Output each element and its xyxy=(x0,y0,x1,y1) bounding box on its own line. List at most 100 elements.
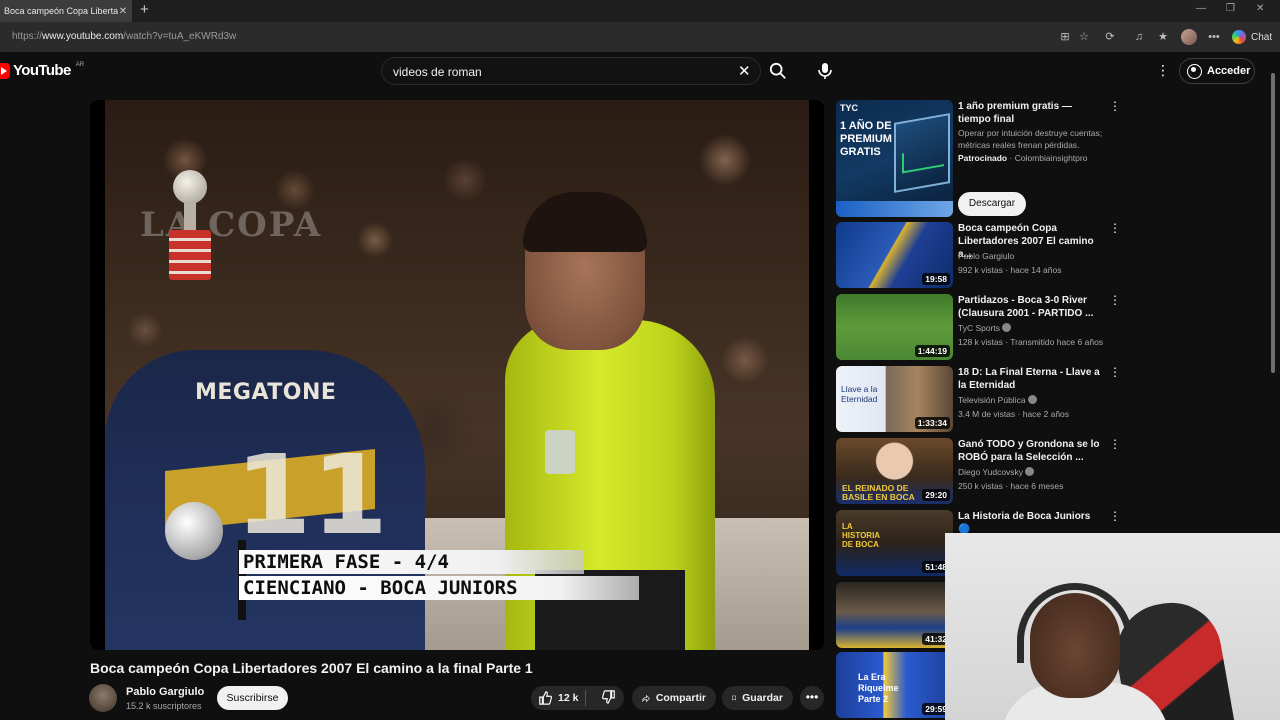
signin-button[interactable]: Acceder xyxy=(1179,58,1255,84)
laptop-chart-graphic xyxy=(894,113,950,193)
jersey-sponsor: MEGATONE xyxy=(195,380,337,405)
verified-icon xyxy=(1002,323,1012,332)
browser-tab-title: Boca campeón Copa Libertado xyxy=(4,6,118,16)
ad-thumb-text: 1 AÑO DE PREMIUM GRATIS xyxy=(840,120,892,158)
browser-profile-avatar[interactable] xyxy=(1181,29,1197,45)
ad-menu-icon[interactable]: ⋮ xyxy=(1109,100,1121,112)
video-channel[interactable]: Diego Yudcovsky xyxy=(958,467,1035,477)
clear-search-icon[interactable]: ✕ xyxy=(738,62,751,80)
video-thumbnail[interactable]: LA HISTORIA DE BOCA 51:48 xyxy=(836,510,953,576)
like-count: 12 k xyxy=(558,692,579,704)
trophy-logo xyxy=(165,170,215,280)
caption-ball-icon xyxy=(165,502,223,560)
verified-icon xyxy=(1025,467,1035,476)
thumb-text: La Era Riquelme Parte 2 xyxy=(858,672,899,704)
thumb-text: Llave a la Eternidad xyxy=(841,384,878,404)
headset xyxy=(1017,583,1133,663)
thumbs-down-icon xyxy=(601,689,615,704)
video-thumbnail[interactable]: 19:58 xyxy=(836,222,953,288)
ad-sponsor: Patrocinado · Colombiainsightpro xyxy=(958,153,1087,163)
video-title: Boca campeón Copa Libertadores 2007 El c… xyxy=(90,660,533,676)
video-title[interactable]: Ganó TODO y Grondona se lo ROBÓ para la … xyxy=(958,438,1103,464)
maximize-icon[interactable]: ❐ xyxy=(1226,3,1235,14)
microphone-icon[interactable] xyxy=(815,61,835,81)
ad-title[interactable]: 1 año premium gratis — tiempo final xyxy=(958,100,1103,126)
media-icon[interactable]: ♫ xyxy=(1132,30,1146,44)
close-tab-icon[interactable]: ✕ xyxy=(118,6,128,17)
browser-tab[interactable]: Boca campeón Copa Libertado ✕ xyxy=(0,0,132,22)
verified-icon xyxy=(1027,395,1037,404)
video-menu-icon[interactable]: ⋮ xyxy=(1109,510,1121,522)
refresh-extension-icon[interactable]: ⟳ xyxy=(1103,30,1117,44)
video-thumbnail[interactable]: 1:44:19 xyxy=(836,294,953,360)
url-field[interactable]: https://www.youtube.com/watch?v=tuA_eKWR… xyxy=(12,31,236,42)
referee-badge xyxy=(545,430,575,474)
download-button[interactable]: Descargar xyxy=(958,192,1026,216)
trophy-base xyxy=(169,230,211,280)
video-frame: MEGATONE 11 LA COPA PRIMERA FASE - 4/4 C… xyxy=(105,100,809,650)
video-player[interactable]: MEGATONE 11 LA COPA PRIMERA FASE - 4/4 C… xyxy=(90,100,824,650)
youtube-wordmark: YouTube xyxy=(13,62,71,79)
share-arrow-icon xyxy=(642,694,650,702)
subscriber-count: 15.2 k suscriptores xyxy=(126,701,202,711)
video-menu-icon[interactable]: ⋮ xyxy=(1109,438,1121,450)
copilot-chat-button[interactable]: Chat xyxy=(1232,30,1272,44)
youtube-play-icon xyxy=(0,62,10,79)
webcam-overlay xyxy=(945,533,1280,720)
video-menu-icon[interactable]: ⋮ xyxy=(1109,222,1121,234)
video-meta: 128 k vistas · Transmitido hace 6 años xyxy=(958,337,1104,347)
video-thumbnail[interactable]: EL REINADO DE BASILE EN BOCA 29:20 xyxy=(836,438,953,504)
settings-menu-icon[interactable]: ⋮ xyxy=(1156,62,1170,79)
search-input[interactable]: videos de roman xyxy=(393,65,482,79)
youtube-logo[interactable]: YouTube AR xyxy=(0,62,84,79)
more-actions-button[interactable]: ••• xyxy=(800,686,824,710)
subscribe-button[interactable]: Suscribirse xyxy=(217,686,288,710)
video-duration: 1:33:34 xyxy=(914,417,950,429)
video-channel[interactable]: Televisión Pública xyxy=(958,395,1037,405)
video-duration: 29:20 xyxy=(922,489,950,501)
channel-avatar[interactable] xyxy=(89,684,117,712)
dislike-button[interactable] xyxy=(592,689,616,707)
save-button[interactable]: Guardar xyxy=(722,686,793,710)
video-title[interactable]: 18 D: La Final Eterna - Llave a la Etern… xyxy=(958,366,1103,392)
like-button[interactable]: 12 k xyxy=(531,690,586,706)
country-code: AR xyxy=(75,61,85,68)
favorite-star-icon[interactable]: ☆ xyxy=(1077,30,1091,44)
app-view-icon[interactable]: ⊞ xyxy=(1058,30,1072,44)
close-window-icon[interactable]: ✕ xyxy=(1256,3,1264,14)
url-domain: www.youtube.com xyxy=(42,31,124,42)
video-thumbnail[interactable]: 41:32 xyxy=(836,582,953,648)
url-prefix: https:// xyxy=(12,31,43,42)
like-dislike-group: 12 k xyxy=(531,686,624,710)
boca-player: MEGATONE 11 xyxy=(105,350,425,650)
video-thumbnail[interactable]: La Era Riquelme Parte 2 29:59 xyxy=(836,652,953,718)
bookmark-icon xyxy=(732,695,737,701)
video-menu-icon[interactable]: ⋮ xyxy=(1109,366,1121,378)
address-bar: https://www.youtube.com/watch?v=tuA_eKWR… xyxy=(0,22,1280,52)
advertiser-name: · Colombiainsightpro xyxy=(1009,153,1088,163)
ad-description: Operar por intuición destruye cuentas; m… xyxy=(958,128,1103,150)
new-tab-button[interactable]: + xyxy=(140,2,149,18)
url-path: /watch?v=tuA_eKWRd3w xyxy=(123,31,237,42)
search-box[interactable]: videos de roman ✕ xyxy=(381,57,761,85)
ad-thumbnail[interactable]: TYC 1 AÑO DE PREMIUM GRATIS xyxy=(836,100,953,217)
video-channel[interactable]: Pablo Gargiulo xyxy=(958,251,1014,261)
browser-menu-icon[interactable]: ••• xyxy=(1207,30,1221,44)
channel-name[interactable]: Pablo Gargiulo xyxy=(126,686,204,698)
trophy-ball xyxy=(173,170,207,204)
video-menu-icon[interactable]: ⋮ xyxy=(1109,294,1121,306)
copilot-icon xyxy=(1232,30,1246,44)
thumb-text: LA HISTORIA DE BOCA xyxy=(842,522,880,549)
search-icon[interactable] xyxy=(769,62,787,80)
scrollbar-thumb[interactable] xyxy=(1271,73,1275,373)
video-title[interactable]: Partidazos - Boca 3-0 River (Clausura 20… xyxy=(958,294,1103,320)
signin-label: Acceder xyxy=(1207,65,1251,77)
video-meta: 250 k vistas · hace 6 meses xyxy=(958,481,1064,491)
video-thumbnail[interactable]: Llave a la Eternidad 1:33:34 xyxy=(836,366,953,432)
video-channel[interactable]: TyC Sports xyxy=(958,323,1012,333)
minimize-icon[interactable]: — xyxy=(1196,3,1206,14)
share-label: Compartir xyxy=(655,692,706,704)
sponsored-label: Patrocinado xyxy=(958,153,1008,163)
share-button[interactable]: Compartir xyxy=(632,686,716,710)
favorites-icon[interactable]: ★ xyxy=(1156,30,1170,44)
